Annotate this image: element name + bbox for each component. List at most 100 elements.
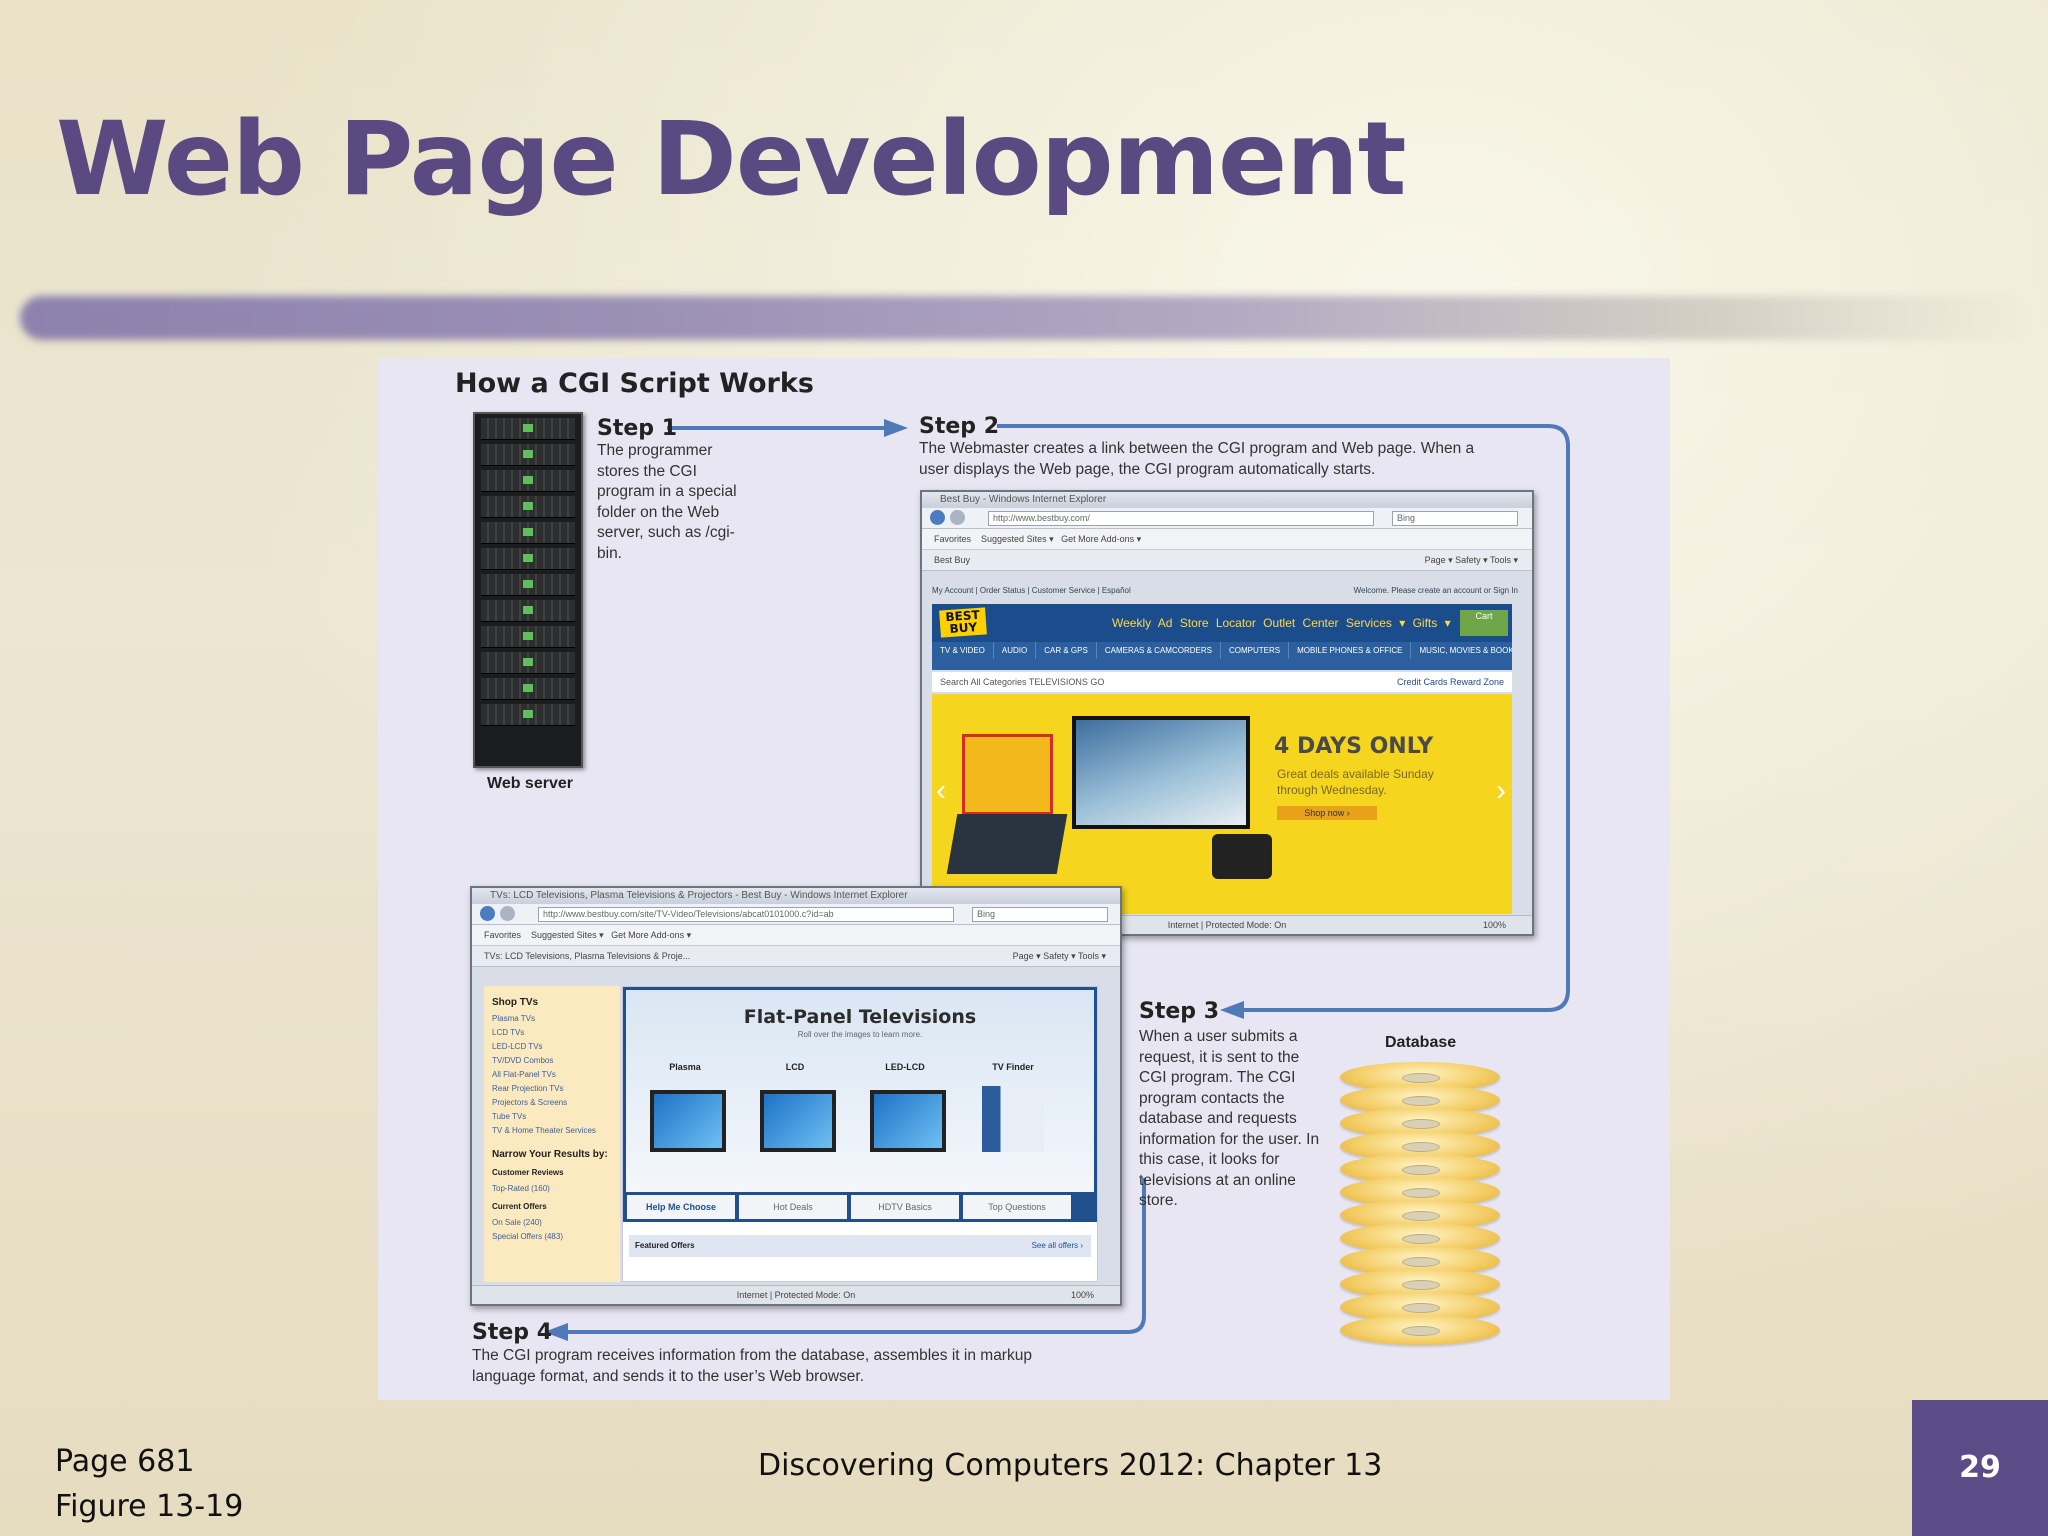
- offers-heading: Current Offers: [492, 1202, 547, 1211]
- suggested-sites[interactable]: Suggested Sites ▾: [981, 534, 1054, 544]
- see-all-link[interactable]: See all offers ›: [1032, 1235, 1083, 1257]
- column-plasma[interactable]: Plasma: [650, 1062, 720, 1072]
- tab-row: Best Buy Page ▾ Safety ▾ Tools ▾: [922, 550, 1532, 571]
- arrowhead-step2: [884, 419, 908, 437]
- sidebar-list: Plasma TVs LCD TVs LED-LCD TVs TV/DVD Combo…: [492, 1012, 620, 1138]
- reviews-item[interactable]: Top-Rated (160): [492, 1182, 620, 1196]
- category-item[interactable]: CAR & GPS: [1036, 642, 1097, 659]
- database-label: Database: [1385, 1034, 1457, 1051]
- command-bar[interactable]: Page ▾ Safety ▾ Tools ▾: [1425, 550, 1518, 570]
- address-bar: http://www.bestbuy.com/site/TV-Video/Tel…: [472, 904, 1120, 925]
- category-item[interactable]: TV & VIDEO: [932, 642, 994, 659]
- status-bar: Internet | Protected Mode: On 100%: [472, 1285, 1120, 1304]
- step4-text: The CGI program receives information fro…: [472, 1347, 1032, 1385]
- sidebar-item[interactable]: TV & Home Theater Services: [492, 1124, 620, 1138]
- tv-banner: Flat-Panel Televisions Roll over the ima…: [623, 987, 1097, 1195]
- carousel-prev-icon[interactable]: ‹: [936, 774, 946, 808]
- tab-row: TVs: LCD Televisions, Plasma Televisions…: [472, 946, 1120, 967]
- favorites-label[interactable]: Favorites: [934, 534, 971, 544]
- status-text: Internet | Protected Mode: On: [736, 1290, 856, 1300]
- cart-button[interactable]: Cart: [1460, 610, 1508, 636]
- address-bar: http://www.bestbuy.com/ Bing: [922, 508, 1532, 529]
- reviews-heading: Customer Reviews: [492, 1168, 564, 1177]
- page-reference: Page 681: [55, 1444, 195, 1479]
- window-title: TVs: LCD Televisions, Plasma Televisions…: [472, 888, 1120, 904]
- promo-title: 4 DAYS ONLY: [1274, 734, 1434, 759]
- step2-text: The Webmaster creates a link between the…: [919, 440, 1475, 478]
- sidebar-item[interactable]: TV/DVD Combos: [492, 1054, 620, 1068]
- category-item[interactable]: COMPUTERS: [1221, 642, 1290, 659]
- favorites-bar: Favorites Suggested Sites ▾ Get More Add…: [922, 529, 1532, 550]
- search-controls[interactable]: Search All Categories TELEVISIONS GO: [940, 677, 1104, 687]
- step3-label: Step 3: [1139, 999, 1219, 1024]
- back-icon[interactable]: [480, 906, 495, 921]
- back-icon[interactable]: [930, 510, 945, 525]
- zoom-level[interactable]: 100%: [1071, 1286, 1094, 1304]
- bestbuy-logo[interactable]: BEST BUY: [939, 607, 987, 638]
- offers-item[interactable]: Special Offers (483): [492, 1230, 620, 1244]
- sidebar-item[interactable]: LCD TVs: [492, 1026, 620, 1040]
- lcd-tv-image[interactable]: [760, 1090, 836, 1152]
- page-number: 29: [1959, 1450, 2001, 1485]
- plasma-tv-image[interactable]: [650, 1090, 726, 1152]
- sidebar-item[interactable]: Rear Projection TVs: [492, 1082, 620, 1096]
- promo-banner[interactable]: 4 DAYS ONLY Great deals available Sunday…: [932, 694, 1512, 914]
- bestbuy-header: BEST BUY Weekly Ad Store Locator Outlet …: [932, 604, 1512, 642]
- camera-image: [1212, 834, 1272, 879]
- led-lcd-tv-image[interactable]: [870, 1090, 946, 1152]
- account-links[interactable]: My Account | Order Status | Customer Ser…: [932, 586, 1131, 595]
- main-subheading: Roll over the images to learn more.: [797, 1030, 923, 1039]
- sidebar-item[interactable]: All Flat-Panel TVs: [492, 1068, 620, 1082]
- sidebar-item[interactable]: Projectors & Screens: [492, 1096, 620, 1110]
- figure-reference: Figure 13-19: [55, 1489, 244, 1524]
- window-title: Best Buy - Windows Internet Explorer: [922, 492, 1532, 508]
- sidebar-item[interactable]: Plasma TVs: [492, 1012, 620, 1026]
- browser-window-tvs: TVs: LCD Televisions, Plasma Televisions…: [470, 886, 1122, 1306]
- tab-hdtv-basics[interactable]: HDTV Basics: [851, 1195, 959, 1219]
- addons-link[interactable]: Get More Add-ons ▾: [611, 930, 691, 940]
- promo-subtitle: Great deals available Sunday through Wed…: [1277, 767, 1434, 797]
- column-led-lcd[interactable]: LED-LCD: [870, 1062, 940, 1072]
- sidebar-item[interactable]: Tube TVs: [492, 1110, 620, 1124]
- column-tv-finder[interactable]: TV Finder: [978, 1062, 1048, 1072]
- category-item[interactable]: CAMERAS & CAMCORDERS: [1097, 642, 1221, 659]
- carousel-next-icon[interactable]: ›: [1496, 774, 1506, 808]
- step2-label: Step 2: [919, 414, 999, 439]
- favorites-label[interactable]: Favorites: [484, 930, 521, 940]
- url-field[interactable]: http://www.bestbuy.com/site/TV-Video/Tel…: [538, 907, 954, 922]
- search-field[interactable]: Bing: [972, 907, 1108, 922]
- category-item[interactable]: AUDIO: [994, 642, 1037, 659]
- shop-now-button[interactable]: Shop now ›: [1277, 806, 1377, 820]
- offers-item[interactable]: On Sale (240): [492, 1216, 620, 1230]
- tab-tvs[interactable]: TVs: LCD Televisions, Plasma Televisions…: [484, 951, 690, 961]
- tv-finder-image[interactable]: [982, 1086, 1044, 1152]
- addons-link[interactable]: Get More Add-ons ▾: [1061, 534, 1141, 544]
- column-lcd[interactable]: LCD: [760, 1062, 830, 1072]
- arrowhead-step3: [1220, 1001, 1244, 1019]
- sidebar-item[interactable]: LED-LCD TVs: [492, 1040, 620, 1054]
- suggested-sites[interactable]: Suggested Sites ▾: [531, 930, 604, 940]
- command-bar[interactable]: Page ▾ Safety ▾ Tools ▾: [1013, 946, 1106, 966]
- search-field[interactable]: Bing: [1392, 511, 1518, 526]
- tab-best-buy[interactable]: Best Buy: [934, 555, 970, 565]
- tab-help-me-choose[interactable]: Help Me Choose: [627, 1195, 735, 1219]
- welcome-text: Welcome. Please create an account or Sig…: [1353, 586, 1518, 595]
- tab-hot-deals[interactable]: Hot Deals: [739, 1195, 847, 1219]
- header-links[interactable]: Weekly Ad Store Locator Outlet Center Se…: [1112, 616, 1451, 630]
- forward-icon[interactable]: [950, 510, 965, 525]
- browser-window-bestbuy: Best Buy - Windows Internet Explorer htt…: [920, 490, 1534, 936]
- step1-label: Step 1: [597, 416, 677, 441]
- forward-icon[interactable]: [500, 906, 515, 921]
- laptop-image: [946, 814, 1068, 874]
- category-item[interactable]: MUSIC, MOVIES & BOOKS: [1411, 642, 1512, 659]
- zoom-level[interactable]: 100%: [1483, 916, 1506, 934]
- step1-text: The programmer stores the CGI program in…: [597, 442, 737, 562]
- featured-heading: Featured Offers: [635, 1241, 695, 1250]
- narrow-heading: Narrow Your Results by:: [492, 1149, 608, 1160]
- tab-top-questions[interactable]: Top Questions: [963, 1195, 1071, 1219]
- category-item[interactable]: MOBILE PHONES & OFFICE: [1289, 642, 1412, 659]
- sidebar-heading: Shop TVs: [492, 997, 539, 1008]
- credit-links[interactable]: Credit Cards Reward Zone: [1397, 672, 1504, 692]
- url-field[interactable]: http://www.bestbuy.com/: [988, 511, 1374, 526]
- category-nav: TV & VIDEO AUDIO CAR & GPS CAMERAS & CAMCOR…: [932, 642, 1512, 670]
